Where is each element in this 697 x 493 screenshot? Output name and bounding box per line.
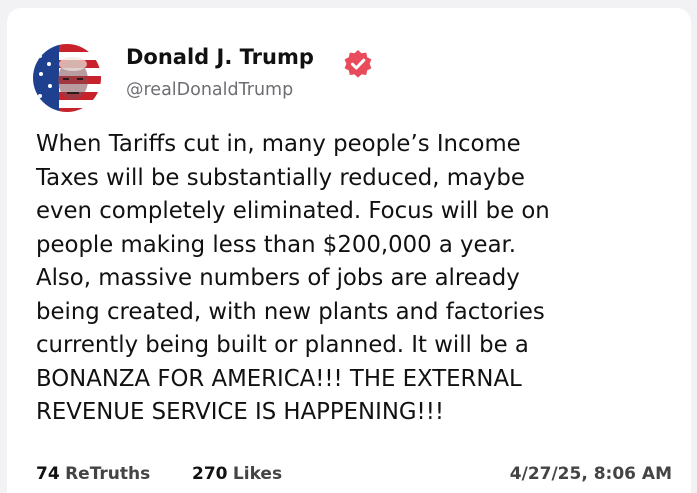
post-text-line: even completely eliminated. Focus will b… <box>36 198 550 224</box>
post-text-line: BONANZA FOR AMERICA!!! THE EXTERNAL <box>36 365 522 392</box>
display-name[interactable]: Donald J. Trump <box>126 45 314 69</box>
avatar-image <box>33 44 101 112</box>
post-text: When Tariffs cut in, many people’s Incom… <box>36 128 681 430</box>
likes-label: Likes <box>232 464 283 484</box>
retruths-count: 74 <box>36 464 60 484</box>
post-text-line: being created, with new plants and facto… <box>36 298 545 325</box>
post-text-line: currently being built or planned. It wil… <box>36 332 529 358</box>
post-text-line: Also, massive numbers of jobs are alread… <box>36 265 520 291</box>
post-text-line: When Tariffs cut in, many people’s Incom… <box>36 131 521 157</box>
likes-count: 270 <box>192 464 228 484</box>
post-timestamp[interactable]: 4/27/25, 8:06 AM <box>510 464 672 484</box>
retruths-stat[interactable]: 74 ReTruths <box>36 464 150 484</box>
avatar[interactable] <box>33 44 101 112</box>
post-text-line: Taxes will be substantially reduced, may… <box>36 164 525 191</box>
retruths-label: ReTruths <box>65 464 151 484</box>
likes-stat[interactable]: 270 Likes <box>192 464 282 484</box>
post-text-line: people making less than $200,000 a year. <box>36 231 517 258</box>
user-handle[interactable]: @realDonaldTrump <box>126 80 293 100</box>
verified-badge-icon <box>344 50 372 78</box>
post-text-line: REVENUE SERVICE IS HAPPENING!!! <box>36 399 444 425</box>
